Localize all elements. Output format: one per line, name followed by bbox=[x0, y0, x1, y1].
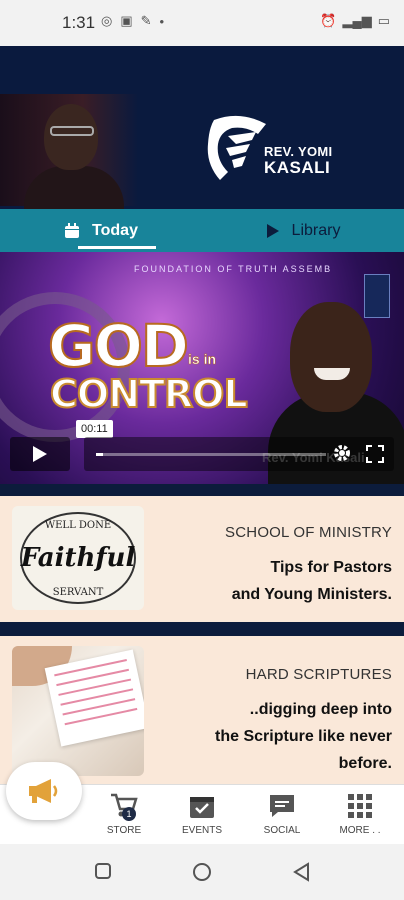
video-title-main: GOD bbox=[47, 311, 190, 381]
signal-icon: ▂▄▆ bbox=[342, 13, 372, 28]
section-divider bbox=[0, 622, 404, 636]
nav-store[interactable]: 1 STORE bbox=[88, 791, 160, 836]
nav-events[interactable]: EVENTS bbox=[166, 791, 238, 836]
megaphone-icon bbox=[29, 779, 58, 803]
cnn-icon: ▣ bbox=[120, 13, 133, 28]
calendar-icon bbox=[64, 222, 80, 239]
section-divider bbox=[0, 484, 404, 496]
card-description-line2: the Scripture like never bbox=[215, 728, 392, 745]
status-system-icons: ⏰ ▂▄▆ ▭ bbox=[320, 13, 390, 29]
store-badge: 1 bbox=[122, 807, 136, 821]
app-header: REV. YOMI KASALI bbox=[0, 46, 404, 209]
nav-social-label: SOCIAL bbox=[263, 825, 301, 836]
thumb-top-text: WELL DONE bbox=[44, 520, 112, 531]
video-timestamp: 00:11 bbox=[76, 420, 113, 438]
play-icon bbox=[33, 446, 47, 462]
nav-more[interactable]: MORE . . bbox=[324, 791, 396, 836]
battery-icon: ▭ bbox=[377, 13, 390, 28]
wrench-icon: ✎ bbox=[140, 13, 152, 28]
card-description-line3: before. bbox=[338, 755, 392, 772]
card-description: Tips for Pastors and Young Ministers. bbox=[232, 554, 392, 608]
grid-icon bbox=[324, 791, 396, 821]
fullscreen-icon[interactable] bbox=[366, 445, 384, 468]
tab-today-label: Today bbox=[92, 221, 138, 239]
brand-logo: REV. YOMI KASALI bbox=[206, 114, 356, 186]
chat-icon bbox=[246, 791, 318, 821]
card-category: SCHOOL OF MINISTRY bbox=[225, 524, 392, 541]
video-title-secondary: CONTROL bbox=[49, 371, 249, 417]
card-hard-scriptures[interactable]: HARD SCRIPTURES ..digging deep into the … bbox=[0, 636, 404, 784]
status-notification-icons: ◎ ▣ ✎ • bbox=[101, 13, 164, 29]
nav-events-label: EVENTS bbox=[181, 825, 222, 836]
back-icon[interactable] bbox=[292, 862, 310, 887]
alarm-icon: ⏰ bbox=[320, 13, 337, 28]
tab-bar: Today Library bbox=[0, 209, 404, 252]
thumb-bottom-text: SERVANT bbox=[52, 587, 104, 598]
card-description: ..digging deep into the Scripture like n… bbox=[215, 696, 392, 777]
card-description-line1: Tips for Pastors bbox=[270, 559, 392, 576]
card-thumbnail-faithful: WELL DONE Faithful SERVANT bbox=[12, 506, 144, 610]
logo-text-line2: KASALI bbox=[264, 158, 331, 177]
card-category: HARD SCRIPTURES bbox=[245, 666, 392, 683]
play-icon bbox=[266, 223, 280, 239]
thumb-main-text: Faithful bbox=[20, 543, 136, 573]
video-progress-fill bbox=[96, 453, 103, 456]
video-play-button[interactable] bbox=[10, 437, 70, 471]
system-nav-bar bbox=[0, 844, 404, 900]
announcement-button[interactable] bbox=[6, 762, 82, 820]
card-description-line2: and Young Ministers. bbox=[231, 586, 392, 603]
vpn-icon: ◎ bbox=[101, 13, 113, 28]
status-time: 1:31 bbox=[62, 13, 96, 32]
settings-gear-icon[interactable] bbox=[332, 443, 352, 468]
nav-social[interactable]: SOCIAL bbox=[246, 791, 318, 836]
dot-icon: • bbox=[159, 13, 165, 29]
church-logo-icon bbox=[364, 274, 390, 318]
status-bar: 1:31 ◎ ▣ ✎ • ⏰ ▂▄▆ ▭ bbox=[0, 0, 404, 46]
logo-text-line1: REV. YOMI bbox=[264, 144, 333, 159]
recent-apps-icon[interactable] bbox=[94, 862, 112, 885]
lion-logo-icon bbox=[207, 115, 266, 180]
video-progress-track[interactable] bbox=[96, 453, 326, 456]
video-ribbon-text: FOUNDATION OF TRUTH ASSEMB bbox=[134, 264, 333, 274]
video-title-small: is in bbox=[188, 351, 217, 367]
nav-more-label: MORE . . bbox=[339, 825, 381, 836]
tab-today[interactable]: Today bbox=[0, 209, 202, 252]
video-control-bar bbox=[84, 437, 394, 471]
video-player[interactable]: FOUNDATION OF TRUTH ASSEMB GOD is in CON… bbox=[0, 252, 404, 484]
pastor-photo bbox=[0, 94, 138, 209]
nav-store-label: STORE bbox=[106, 825, 142, 836]
tab-library[interactable]: Library bbox=[202, 209, 404, 252]
card-school-of-ministry[interactable]: WELL DONE Faithful SERVANT SCHOOL OF MIN… bbox=[0, 496, 404, 622]
card-description-line1: ..digging deep into bbox=[249, 701, 392, 718]
tab-library-label: Library bbox=[291, 221, 341, 239]
card-thumbnail-bible bbox=[12, 646, 144, 776]
home-icon[interactable] bbox=[192, 862, 212, 887]
calendar-check-icon bbox=[166, 791, 238, 821]
